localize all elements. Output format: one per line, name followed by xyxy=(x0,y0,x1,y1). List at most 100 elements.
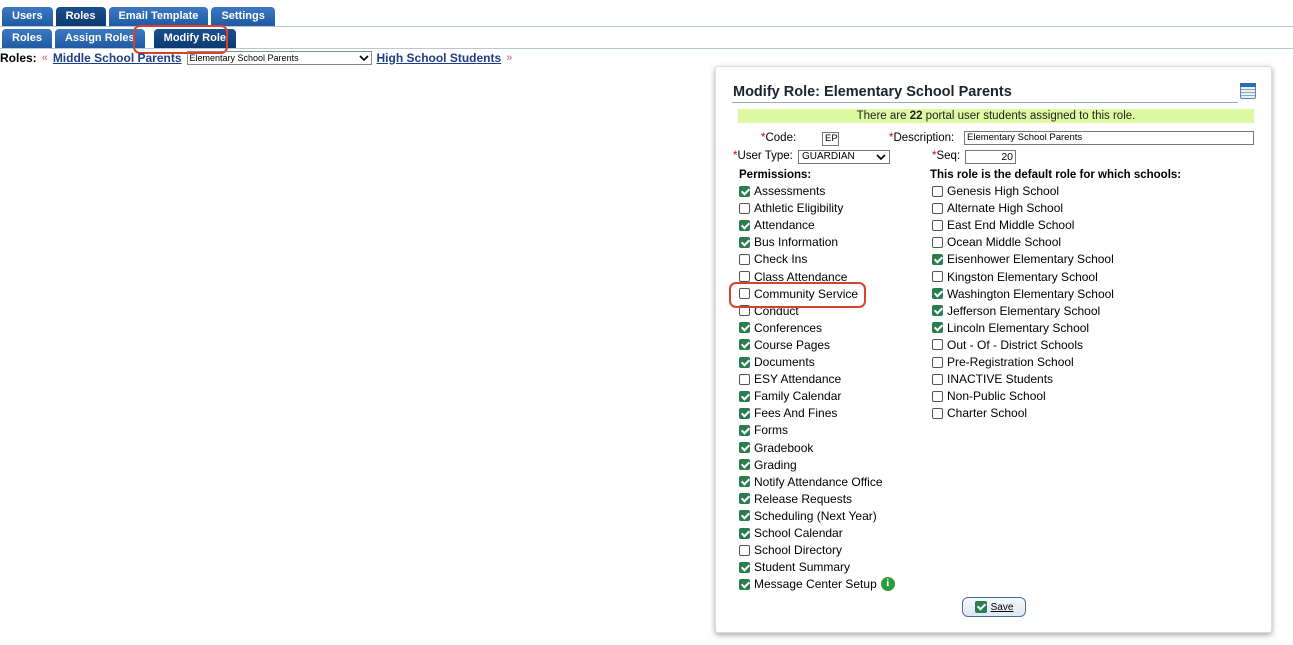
school-label: Out - Of - District Schools xyxy=(947,337,1084,352)
role-select[interactable]: Elementary School Parents xyxy=(186,51,372,65)
school-ocean-middle-school[interactable]: Ocean Middle School xyxy=(932,234,1061,250)
permission-documents[interactable]: Documents xyxy=(739,354,815,370)
permission-student-summary[interactable]: Student Summary xyxy=(739,559,850,575)
permission-release-requests[interactable]: Release Requests xyxy=(739,491,852,507)
permission-esy-attendance[interactable]: ESY Attendance xyxy=(739,371,841,387)
school-checkbox[interactable] xyxy=(932,339,943,351)
permission-checkbox[interactable] xyxy=(739,219,750,231)
tab-users[interactable]: Users xyxy=(2,7,53,26)
tab-settings[interactable]: Settings xyxy=(211,7,275,26)
permission-athletic-eligibility[interactable]: Athletic Eligibility xyxy=(739,200,843,216)
school-label: Non-Public School xyxy=(947,389,1046,404)
permission-checkbox[interactable] xyxy=(739,253,750,265)
permission-checkbox[interactable] xyxy=(739,305,750,317)
permission-conduct[interactable]: Conduct xyxy=(739,303,799,319)
tab-email-template[interactable]: Email Template xyxy=(108,7,209,26)
subtab-roles[interactable]: Roles xyxy=(2,29,52,48)
permission-school-calendar[interactable]: School Calendar xyxy=(739,525,843,541)
description-field[interactable]: Elementary School Parents xyxy=(964,131,1254,145)
school-checkbox[interactable] xyxy=(932,288,943,300)
permission-checkbox[interactable] xyxy=(739,578,750,590)
school-checkbox[interactable] xyxy=(932,202,943,214)
permission-conferences[interactable]: Conferences xyxy=(739,320,822,336)
code-field[interactable]: EP xyxy=(822,132,839,146)
permission-assessments[interactable]: Assessments xyxy=(739,183,825,199)
info-icon[interactable]: i xyxy=(880,577,895,592)
prev-role-link[interactable]: Middle School Parents xyxy=(53,51,182,65)
permission-notify-attendance-office[interactable]: Notify Attendance Office xyxy=(739,474,883,490)
permission-fees-and-fines[interactable]: Fees And Fines xyxy=(739,405,837,421)
permission-scheduling-next-year[interactable]: Scheduling (Next Year) xyxy=(739,508,877,524)
permission-family-calendar[interactable]: Family Calendar xyxy=(739,388,841,404)
permission-course-pages[interactable]: Course Pages xyxy=(739,337,830,353)
subtab-assign-roles[interactable]: Assign Roles xyxy=(54,29,145,48)
school-charter-school[interactable]: Charter School xyxy=(932,405,1027,421)
permission-attendance[interactable]: Attendance xyxy=(739,217,815,233)
permission-checkbox[interactable] xyxy=(739,356,750,368)
school-checkbox[interactable] xyxy=(932,322,943,334)
title-divider xyxy=(732,102,1238,103)
permission-checkbox[interactable] xyxy=(739,373,750,385)
permission-community-service[interactable]: Community Service xyxy=(739,286,858,302)
permission-checkbox[interactable] xyxy=(739,185,750,197)
school-east-end-middle-school[interactable]: East End Middle School xyxy=(932,217,1074,233)
permission-checkbox[interactable] xyxy=(739,459,750,471)
school-checkbox[interactable] xyxy=(932,236,943,248)
school-inactive-students[interactable]: INACTIVE Students xyxy=(932,371,1053,387)
permission-checkbox[interactable] xyxy=(739,407,750,419)
next-arrow-icon: » xyxy=(506,52,513,64)
permission-checkbox[interactable] xyxy=(739,271,750,282)
permission-checkbox[interactable] xyxy=(739,476,750,488)
permission-checkbox[interactable] xyxy=(739,202,750,214)
next-role-link[interactable]: High School Students xyxy=(377,51,502,65)
school-checkbox[interactable] xyxy=(932,305,943,317)
permission-checkbox[interactable] xyxy=(739,544,750,556)
save-button[interactable]: Save xyxy=(962,597,1026,617)
permission-school-directory[interactable]: School Directory xyxy=(739,542,842,558)
school-lincoln-elementary-school[interactable]: Lincoln Elementary School xyxy=(932,320,1089,336)
school-checkbox[interactable] xyxy=(932,219,943,231)
school-washington-elementary-school[interactable]: Washington Elementary School xyxy=(932,286,1114,302)
permission-checkbox[interactable] xyxy=(739,510,750,522)
permission-forms[interactable]: Forms xyxy=(739,422,788,438)
school-checkbox[interactable] xyxy=(932,390,943,402)
permission-gradebook[interactable]: Gradebook xyxy=(739,440,813,456)
permission-class-attendance[interactable]: Class Attendance xyxy=(739,269,847,285)
permission-checkbox[interactable] xyxy=(739,561,750,573)
permission-checkbox[interactable] xyxy=(739,288,750,300)
school-kingston-elementary-school[interactable]: Kingston Elementary School xyxy=(932,269,1098,285)
tab-roles[interactable]: Roles xyxy=(55,7,106,26)
permission-checkbox[interactable] xyxy=(739,339,750,351)
permission-message-center-setup[interactable]: Message Center Setup i xyxy=(739,576,895,592)
school-checkbox[interactable] xyxy=(932,185,943,197)
permission-checkbox[interactable] xyxy=(739,236,750,248)
permission-checkbox[interactable] xyxy=(739,493,750,505)
school-alternate-high-school[interactable]: Alternate High School xyxy=(932,200,1063,216)
permission-checkbox[interactable] xyxy=(739,424,750,436)
permission-checkbox[interactable] xyxy=(739,390,750,402)
permission-label: Student Summary xyxy=(754,560,851,575)
school-jefferson-elementary-school[interactable]: Jefferson Elementary School xyxy=(932,303,1100,319)
school-checkbox[interactable] xyxy=(932,356,943,368)
school-genesis-high-school[interactable]: Genesis High School xyxy=(932,183,1059,199)
permission-check-ins[interactable]: Check Ins xyxy=(739,251,807,267)
seq-field[interactable]: 20 xyxy=(965,150,1016,164)
permission-label: Class Attendance xyxy=(754,269,848,284)
school-eisenhower-elementary-school[interactable]: Eisenhower Elementary School xyxy=(932,251,1114,267)
school-out-of-district-schools[interactable]: Out - Of - District Schools xyxy=(932,337,1083,353)
permission-bus-information[interactable]: Bus Information xyxy=(739,234,838,250)
calendar-icon[interactable] xyxy=(1240,83,1256,99)
user-type-select[interactable]: GUARDIAN xyxy=(798,150,890,164)
permission-checkbox[interactable] xyxy=(739,442,750,453)
school-checkbox[interactable] xyxy=(932,253,943,265)
school-checkbox[interactable] xyxy=(932,271,943,282)
subtab-modify-role[interactable]: Modify Role xyxy=(153,29,236,48)
permission-checkbox[interactable] xyxy=(739,322,750,334)
permission-grading[interactable]: Grading xyxy=(739,457,797,473)
permission-label: Assessments xyxy=(754,184,826,198)
school-checkbox[interactable] xyxy=(932,373,943,385)
school-checkbox[interactable] xyxy=(932,407,943,419)
school-pre-registration-school[interactable]: Pre-Registration School xyxy=(932,354,1074,370)
permission-checkbox[interactable] xyxy=(739,527,750,539)
school-non-public-school[interactable]: Non-Public School xyxy=(932,388,1046,404)
